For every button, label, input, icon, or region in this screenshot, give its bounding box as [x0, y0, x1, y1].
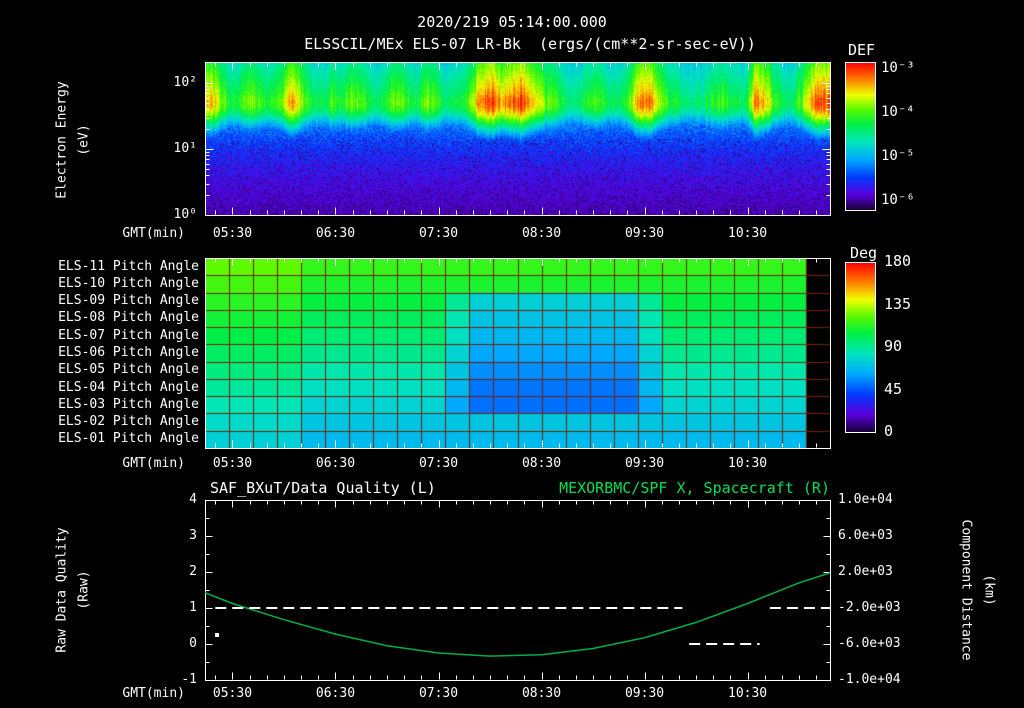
- x-tick-label: 06:30: [315, 456, 356, 471]
- pitch-row-label: ELS-02 Pitch Angle: [58, 414, 199, 430]
- distance-tick-label: 2.0e+03: [838, 564, 893, 579]
- component-distance-axis-units: (km): [981, 574, 997, 606]
- def-tick-label: 10⁻³: [881, 60, 915, 76]
- x-tick-label: 10:30: [728, 456, 768, 471]
- quality-tick-label: -1: [181, 672, 197, 687]
- deg-tick-label: 135: [884, 294, 912, 313]
- deg-colorbar: [845, 262, 875, 432]
- deg-tick-label: 180: [884, 252, 912, 270]
- x-tick-label: 09:30: [624, 226, 665, 241]
- def-tick-label: 10⁻⁵: [881, 148, 915, 164]
- quality-tick-label: 4: [189, 492, 197, 507]
- pitch-angle-heatmap: [205, 258, 830, 448]
- raw-data-quality-axis-label: Raw Data Quality: [54, 527, 70, 653]
- timeseries-right-title: MEXORBMC/SPF X, Spacecraft (R): [559, 479, 830, 497]
- x-tick-label: 09:30: [624, 456, 665, 471]
- energy-tick-label: 10²: [173, 75, 197, 90]
- pitch-row-label: ELS-09 Pitch Angle: [58, 293, 199, 309]
- deg-colorbar-title: Deg: [850, 244, 878, 262]
- x-tick-label: 10:30: [728, 686, 768, 701]
- x-tick-label: 05:30: [212, 226, 253, 241]
- x-tick-label: 05:30: [212, 456, 253, 471]
- def-colorbar-title: DEF: [848, 41, 876, 59]
- quality-tick-label: 2: [189, 564, 197, 579]
- x-tick-label: 09:30: [624, 686, 665, 701]
- distance-tick-label: 6.0e+03: [838, 528, 893, 543]
- def-tick-label: 10⁻⁶: [881, 192, 915, 208]
- pitch-row-label: ELS-08 Pitch Angle: [58, 310, 199, 326]
- quality-tick-label: 1: [189, 600, 197, 615]
- pitch-row-label: ELS-04 Pitch Angle: [58, 379, 199, 395]
- timeseries-left-title: SAF_BXuT/Data Quality (L): [210, 479, 436, 497]
- deg-tick-label: 90: [884, 337, 903, 355]
- x-tick-label: 07:30: [418, 686, 459, 701]
- quality-tick-label: 3: [189, 528, 197, 543]
- component-distance-axis-label: Component Distance: [958, 519, 974, 661]
- x-tick-label: 10:30: [728, 226, 768, 241]
- pitch-row-label: ELS-10 Pitch Angle: [58, 275, 199, 291]
- x-tick-label: 08:30: [521, 226, 562, 241]
- pitch-row-label: ELS-07 Pitch Angle: [58, 327, 199, 343]
- timestamp-title: 2020/219 05:14:00.000: [417, 13, 607, 31]
- x-tick-label: 08:30: [521, 686, 562, 701]
- deg-tick-label: 45: [884, 379, 903, 398]
- def-tick-label: 10⁻⁴: [881, 104, 915, 120]
- def-colorbar: [845, 62, 875, 210]
- pitch-row-label: ELS-03 Pitch Angle: [58, 396, 199, 412]
- x-tick-label: 06:30: [315, 686, 356, 701]
- pitch-row-label: ELS-06 Pitch Angle: [58, 345, 199, 360]
- distance-tick-label: -1.0e+04: [838, 672, 901, 687]
- x-tick-label: 07:30: [418, 226, 459, 241]
- x-tick-label: 07:30: [418, 456, 459, 471]
- quality-tick-label: 0: [189, 636, 197, 651]
- gmt-axis-label-pitch: GMT(min): [122, 456, 185, 471]
- distance-tick-label: -2.0e+03: [838, 600, 901, 615]
- energy-spectrogram-heatmap: [205, 62, 830, 215]
- plot-page: 2020/219 05:14:00.000 ELSSCIL/MEx ELS-07…: [0, 0, 1024, 708]
- pitch-row-label: ELS-05 Pitch Angle: [58, 362, 199, 378]
- pitch-row-label: ELS-11 Pitch Angle: [58, 258, 199, 274]
- deg-tick-label: 0: [884, 422, 894, 440]
- plot-title: ELSSCIL/MEx ELS-07 LR-Bk (ergs/(cm**2-sr…: [304, 35, 756, 53]
- x-tick-label: 06:30: [315, 226, 356, 241]
- electron-energy-axis-label: Electron Energy: [54, 81, 70, 199]
- gmt-axis-label-spectrogram: GMT(min): [122, 226, 185, 241]
- pitch-row-label: ELS-01 Pitch Angle: [58, 431, 199, 447]
- gmt-axis-label-timeseries: GMT(min): [122, 686, 185, 701]
- distance-tick-label: -6.0e+03: [838, 636, 901, 651]
- energy-tick-label: 10¹: [173, 141, 197, 156]
- energy-tick-label: 10⁰: [173, 207, 197, 222]
- x-tick-label: 08:30: [521, 456, 562, 471]
- x-tick-label: 05:30: [212, 686, 253, 701]
- distance-tick-label: 1.0e+04: [838, 492, 893, 507]
